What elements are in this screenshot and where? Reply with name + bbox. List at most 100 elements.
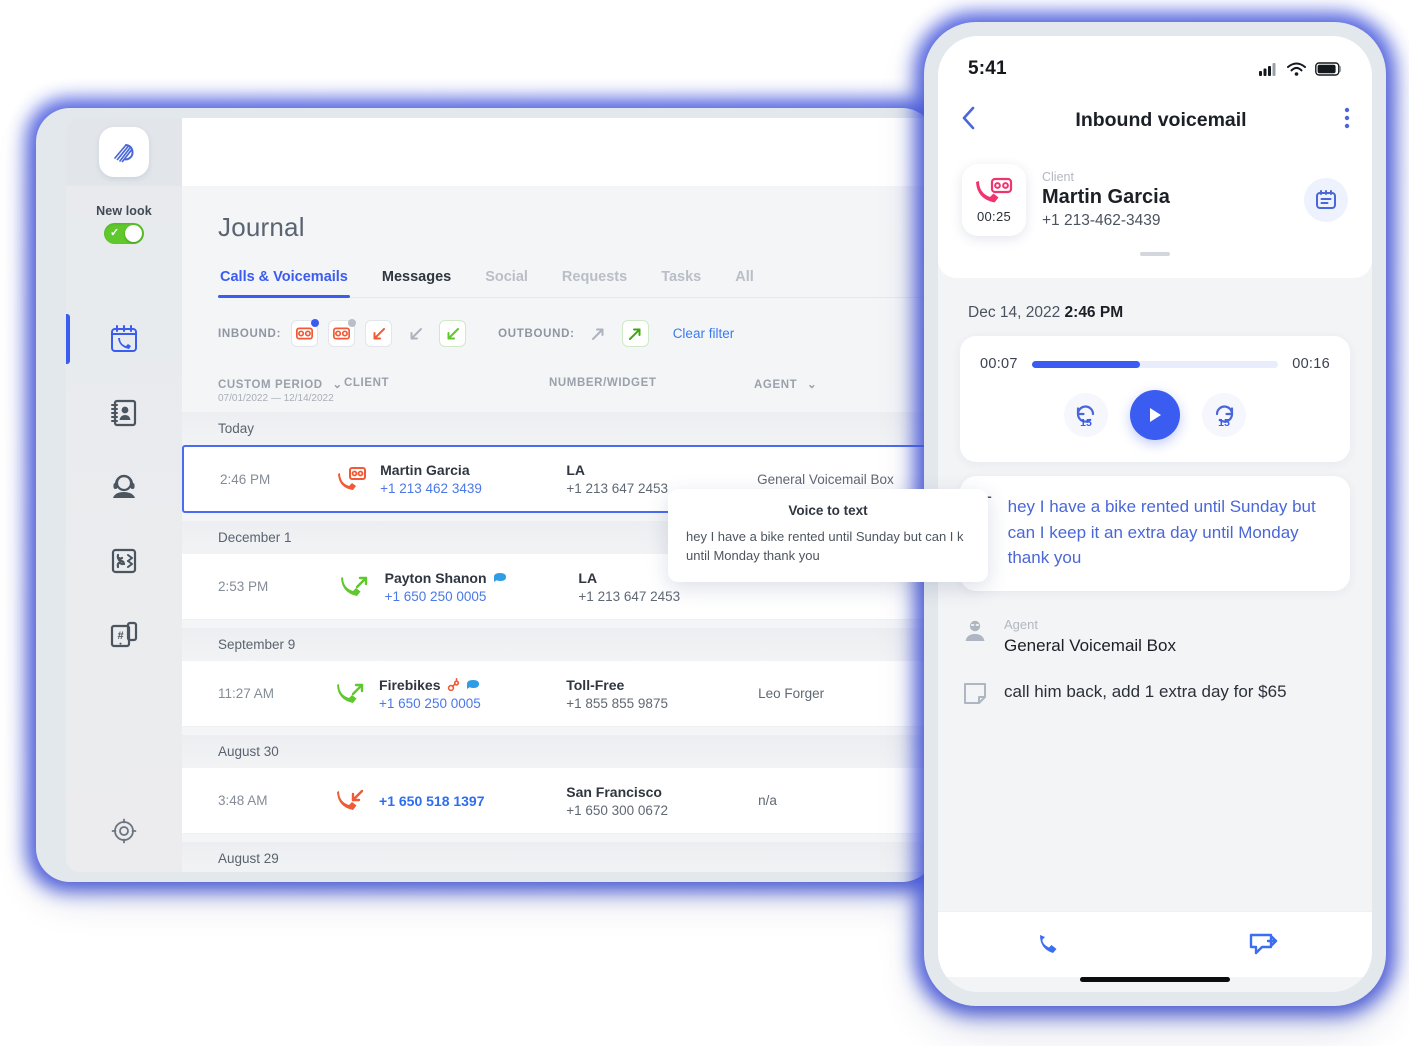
status-icons: [1259, 62, 1342, 76]
inbound-missed-call-icon: [336, 788, 379, 814]
sidebar-item-call-routing[interactable]: [66, 524, 182, 598]
outbound-answered-call-icon[interactable]: [621, 320, 649, 347]
inbound-missed-call-icon[interactable]: [365, 320, 393, 347]
row-time: 2:46 PM: [220, 471, 271, 487]
inbound-answered-call-icon[interactable]: [439, 320, 467, 347]
forward-seconds: 15: [1218, 417, 1230, 429]
voicemail-new-icon[interactable]: [291, 319, 320, 347]
sidebar-item-journal[interactable]: [66, 302, 182, 376]
tab-tasks[interactable]: Tasks: [659, 269, 703, 297]
contact-card: 00:25 Client Martin Garcia +1 213-462-34…: [938, 148, 1372, 278]
agent-block: Agent General Voicemail Box: [962, 617, 1350, 656]
row-time: 11:27 AM: [218, 686, 275, 701]
inbound-call-muted-icon[interactable]: [402, 320, 429, 347]
note-block: call him back, add 1 extra day for $65: [962, 680, 1350, 706]
agent-label: Agent: [1004, 616, 1038, 632]
day-group-august-30: August 30 3:48 AM +1 650 518 1397 San Fr…: [182, 727, 936, 834]
note-text: call him back, add 1 extra day for $65: [1004, 681, 1287, 701]
row-client: Firebikes +1 650 250 0005: [379, 677, 566, 711]
column-header-agent[interactable]: AGENT ⌄: [754, 377, 934, 391]
sidebar-help[interactable]: [66, 818, 182, 844]
forward-15-button[interactable]: 15: [1202, 393, 1246, 437]
contact-phone[interactable]: +1 213-462-3439: [1042, 212, 1170, 230]
bottom-tab-bar: [938, 911, 1372, 977]
battery-icon: [1315, 62, 1342, 76]
chevron-down-icon: ⌄: [332, 379, 343, 391]
tab-calls-voicemails[interactable]: Calls & Voicemails: [218, 269, 350, 298]
drag-handle[interactable]: [1140, 252, 1170, 256]
inbound-voicemail-icon: [337, 466, 380, 492]
row-number-title: Toll-Free: [566, 676, 625, 693]
row-client-phone[interactable]: +1 213 462 3439: [380, 481, 566, 496]
row-client-name[interactable]: Firebikes: [379, 677, 566, 693]
tab-messages[interactable]: Messages: [380, 269, 453, 297]
column-header-client[interactable]: CLIENT: [344, 377, 549, 389]
row-number-title: LA: [566, 462, 585, 478]
column-header-number[interactable]: NUMBER/WIDGET: [549, 377, 754, 389]
wolf-head-logo[interactable]: [99, 127, 149, 177]
contact-info: Client Martin Garcia +1 213-462-3439: [1042, 170, 1170, 230]
kebab-menu-icon: [1344, 107, 1350, 128]
rewind-seconds: 15: [1080, 417, 1092, 429]
screenshot-root: New look ✓ # Journal Calls & Voicemails …: [0, 0, 1409, 1046]
note-card-button[interactable]: [1304, 178, 1348, 222]
calls-tab[interactable]: [938, 931, 1155, 959]
chevron-down-icon: ⌄: [807, 379, 818, 391]
outbound-call-muted-icon[interactable]: [585, 320, 612, 347]
rewind-15-button[interactable]: 15: [1064, 393, 1108, 437]
nav-bar: Inbound voicemail: [938, 92, 1372, 148]
column-header-period[interactable]: CUSTOM PERIOD ⌄ 07/01/2022 — 12/14/2022: [218, 377, 344, 404]
row-client-name[interactable]: Payton Shanon: [385, 570, 579, 586]
day-header: Today: [182, 412, 936, 445]
voice-to-text-tooltip: Voice to text hey I have a bike rented u…: [668, 489, 988, 582]
row-number-title: San Francisco: [566, 783, 662, 800]
journal-tabs: Calls & Voicemails Messages Social Reque…: [218, 269, 936, 298]
new-look-label: New look: [96, 204, 152, 218]
row-client-name[interactable]: +1 650 518 1397: [379, 793, 566, 809]
day-header: August 29: [182, 842, 936, 872]
voicemail-heard-icon[interactable]: [328, 319, 357, 347]
tab-requests[interactable]: Requests: [560, 269, 629, 297]
logo-area: [66, 118, 182, 186]
player-scrubber[interactable]: [1031, 360, 1279, 368]
row-client-name[interactable]: Martin Garcia: [380, 462, 566, 478]
row-client-phone[interactable]: +1 650 250 0005: [379, 696, 566, 711]
tab-social[interactable]: Social: [483, 269, 530, 297]
page-title: Inbound voicemail: [1075, 108, 1247, 131]
table-row[interactable]: 11:27 AM Firebikes +1 650 250 0005 Toll-…: [182, 661, 936, 727]
transcript-text: hey I have a bike rented until Sunday bu…: [1007, 497, 1316, 567]
messenger-badge: [493, 573, 506, 582]
tab-all[interactable]: All: [733, 269, 756, 297]
sidebar-item-numbers[interactable]: #: [66, 598, 182, 672]
inbound-filter-label: INBOUND:: [218, 327, 282, 340]
new-look-control: New look ✓: [66, 186, 182, 244]
contact-row: 00:25 Client Martin Garcia +1 213-462-34…: [962, 164, 1348, 236]
page-header: Journal: [182, 186, 936, 243]
row-client-phone[interactable]: +1 650 250 0005: [385, 589, 579, 604]
play-button[interactable]: [1130, 390, 1180, 440]
messages-tab[interactable]: [1155, 932, 1372, 958]
audio-player: 00:07 00:16 15 15: [960, 336, 1350, 462]
table-row[interactable]: 3:48 AM +1 650 518 1397 San Francisco +1…: [182, 768, 936, 834]
wifi-icon: [1287, 62, 1306, 76]
row-client: Martin Garcia +1 213 462 3439: [380, 462, 566, 496]
messenger-badge: [466, 680, 479, 689]
numbers-sim-icon: #: [110, 621, 138, 648]
agent-name: General Voicemail Box: [1004, 635, 1176, 655]
clear-filter-button[interactable]: Clear filter: [673, 326, 735, 341]
row-time: 2:53 PM: [218, 579, 269, 594]
overflow-menu-button[interactable]: [1344, 106, 1350, 135]
sidebar-item-agents[interactable]: [66, 450, 182, 524]
day-group-august-29: August 29 4:34 PM Angela Diaz: [182, 834, 936, 872]
day-group-september-9: September 9 11:27 AM Firebikes +1 650 25…: [182, 620, 936, 727]
new-look-toggle[interactable]: ✓: [104, 223, 144, 244]
back-button[interactable]: [960, 105, 978, 136]
chevron-left-icon: [962, 106, 975, 129]
voice-to-text-title: Voice to text: [788, 503, 868, 518]
voicemail-time: 2:46 PM: [1064, 304, 1124, 321]
note-icon: [964, 682, 986, 704]
row-number: San Francisco +1 650 300 0672: [566, 784, 758, 818]
sidebar-item-contacts[interactable]: [66, 376, 182, 450]
play-icon: [1150, 408, 1161, 422]
sidebar: New look ✓ #: [66, 118, 182, 872]
